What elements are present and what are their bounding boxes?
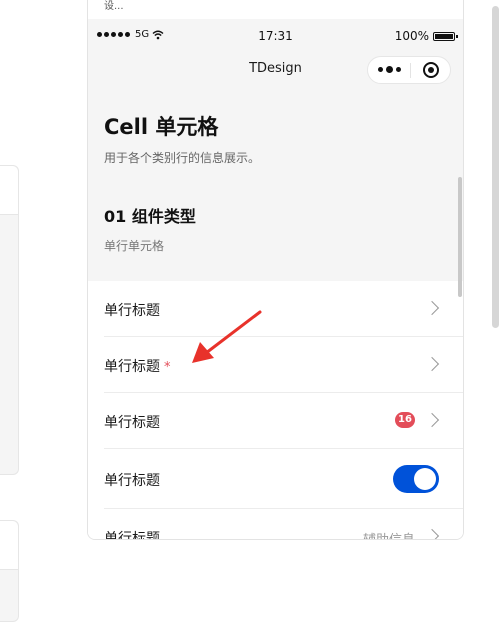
cell-note: 辅助信息	[363, 529, 415, 539]
page-scrollbar-thumb[interactable]	[492, 6, 499, 328]
page-scrollbar[interactable]	[489, 0, 501, 601]
background-panel-header	[0, 166, 18, 215]
more-icon[interactable]	[378, 66, 401, 73]
section-title: 01 组件类型	[104, 207, 196, 226]
cell-item-switch: 单行标题	[88, 449, 463, 509]
battery-indicator: 100%	[394, 29, 458, 43]
battery-percent: 100%	[394, 29, 429, 43]
page-description: 用于各个类别行的信息展示。	[104, 151, 261, 165]
chevron-right-icon	[424, 412, 440, 428]
background-panel	[0, 165, 19, 475]
cell-label: 单行标题	[104, 415, 160, 431]
status-bar: 5G 17:31 100%	[88, 19, 463, 53]
background-panel	[0, 520, 19, 622]
toggle-switch[interactable]	[393, 465, 439, 493]
close-target-icon[interactable]	[423, 62, 439, 78]
cell-label: 单行标题	[104, 303, 160, 319]
toggle-knob	[414, 468, 436, 490]
miniprogram-capsule	[367, 56, 451, 84]
cell-item-badge[interactable]: 单行标题 16	[88, 393, 463, 449]
cell-label-text: 单行标题	[104, 359, 160, 375]
count-badge: 16	[395, 412, 415, 428]
section-subtitle: 单行单元格	[104, 239, 165, 253]
cell-label: 单行标题 *	[104, 356, 171, 376]
cell-label: 单行标题	[104, 473, 160, 489]
cell-label: 单行标题	[104, 531, 160, 539]
chevron-right-icon	[424, 300, 440, 316]
chevron-right-icon	[424, 528, 440, 539]
page-title: Cell 单元格	[104, 115, 219, 139]
content-scrollbar-thumb[interactable]	[458, 177, 462, 297]
battery-icon	[433, 31, 458, 41]
chevron-right-icon	[424, 356, 440, 372]
cell-item[interactable]: 单行标题	[88, 281, 463, 337]
clipped-text: 设...	[104, 1, 124, 12]
cell-item-note[interactable]: 单行标题 辅助信息	[88, 509, 463, 539]
page-header: Cell 单元格 用于各个类别行的信息展示。 01 组件类型 单行单元格	[88, 87, 463, 281]
page-content: Cell 单元格 用于各个类别行的信息展示。 01 组件类型 单行单元格 单行标…	[88, 87, 463, 539]
background-panel-header	[0, 521, 18, 570]
capsule-divider	[410, 63, 411, 78]
phone-simulator: 设... 5G 17:31 100% TDesign Cell 单元格 用于各个…	[87, 0, 464, 540]
nav-bar: TDesign	[88, 53, 463, 87]
cell-item-required[interactable]: 单行标题 *	[88, 337, 463, 393]
required-mark: *	[164, 360, 171, 375]
